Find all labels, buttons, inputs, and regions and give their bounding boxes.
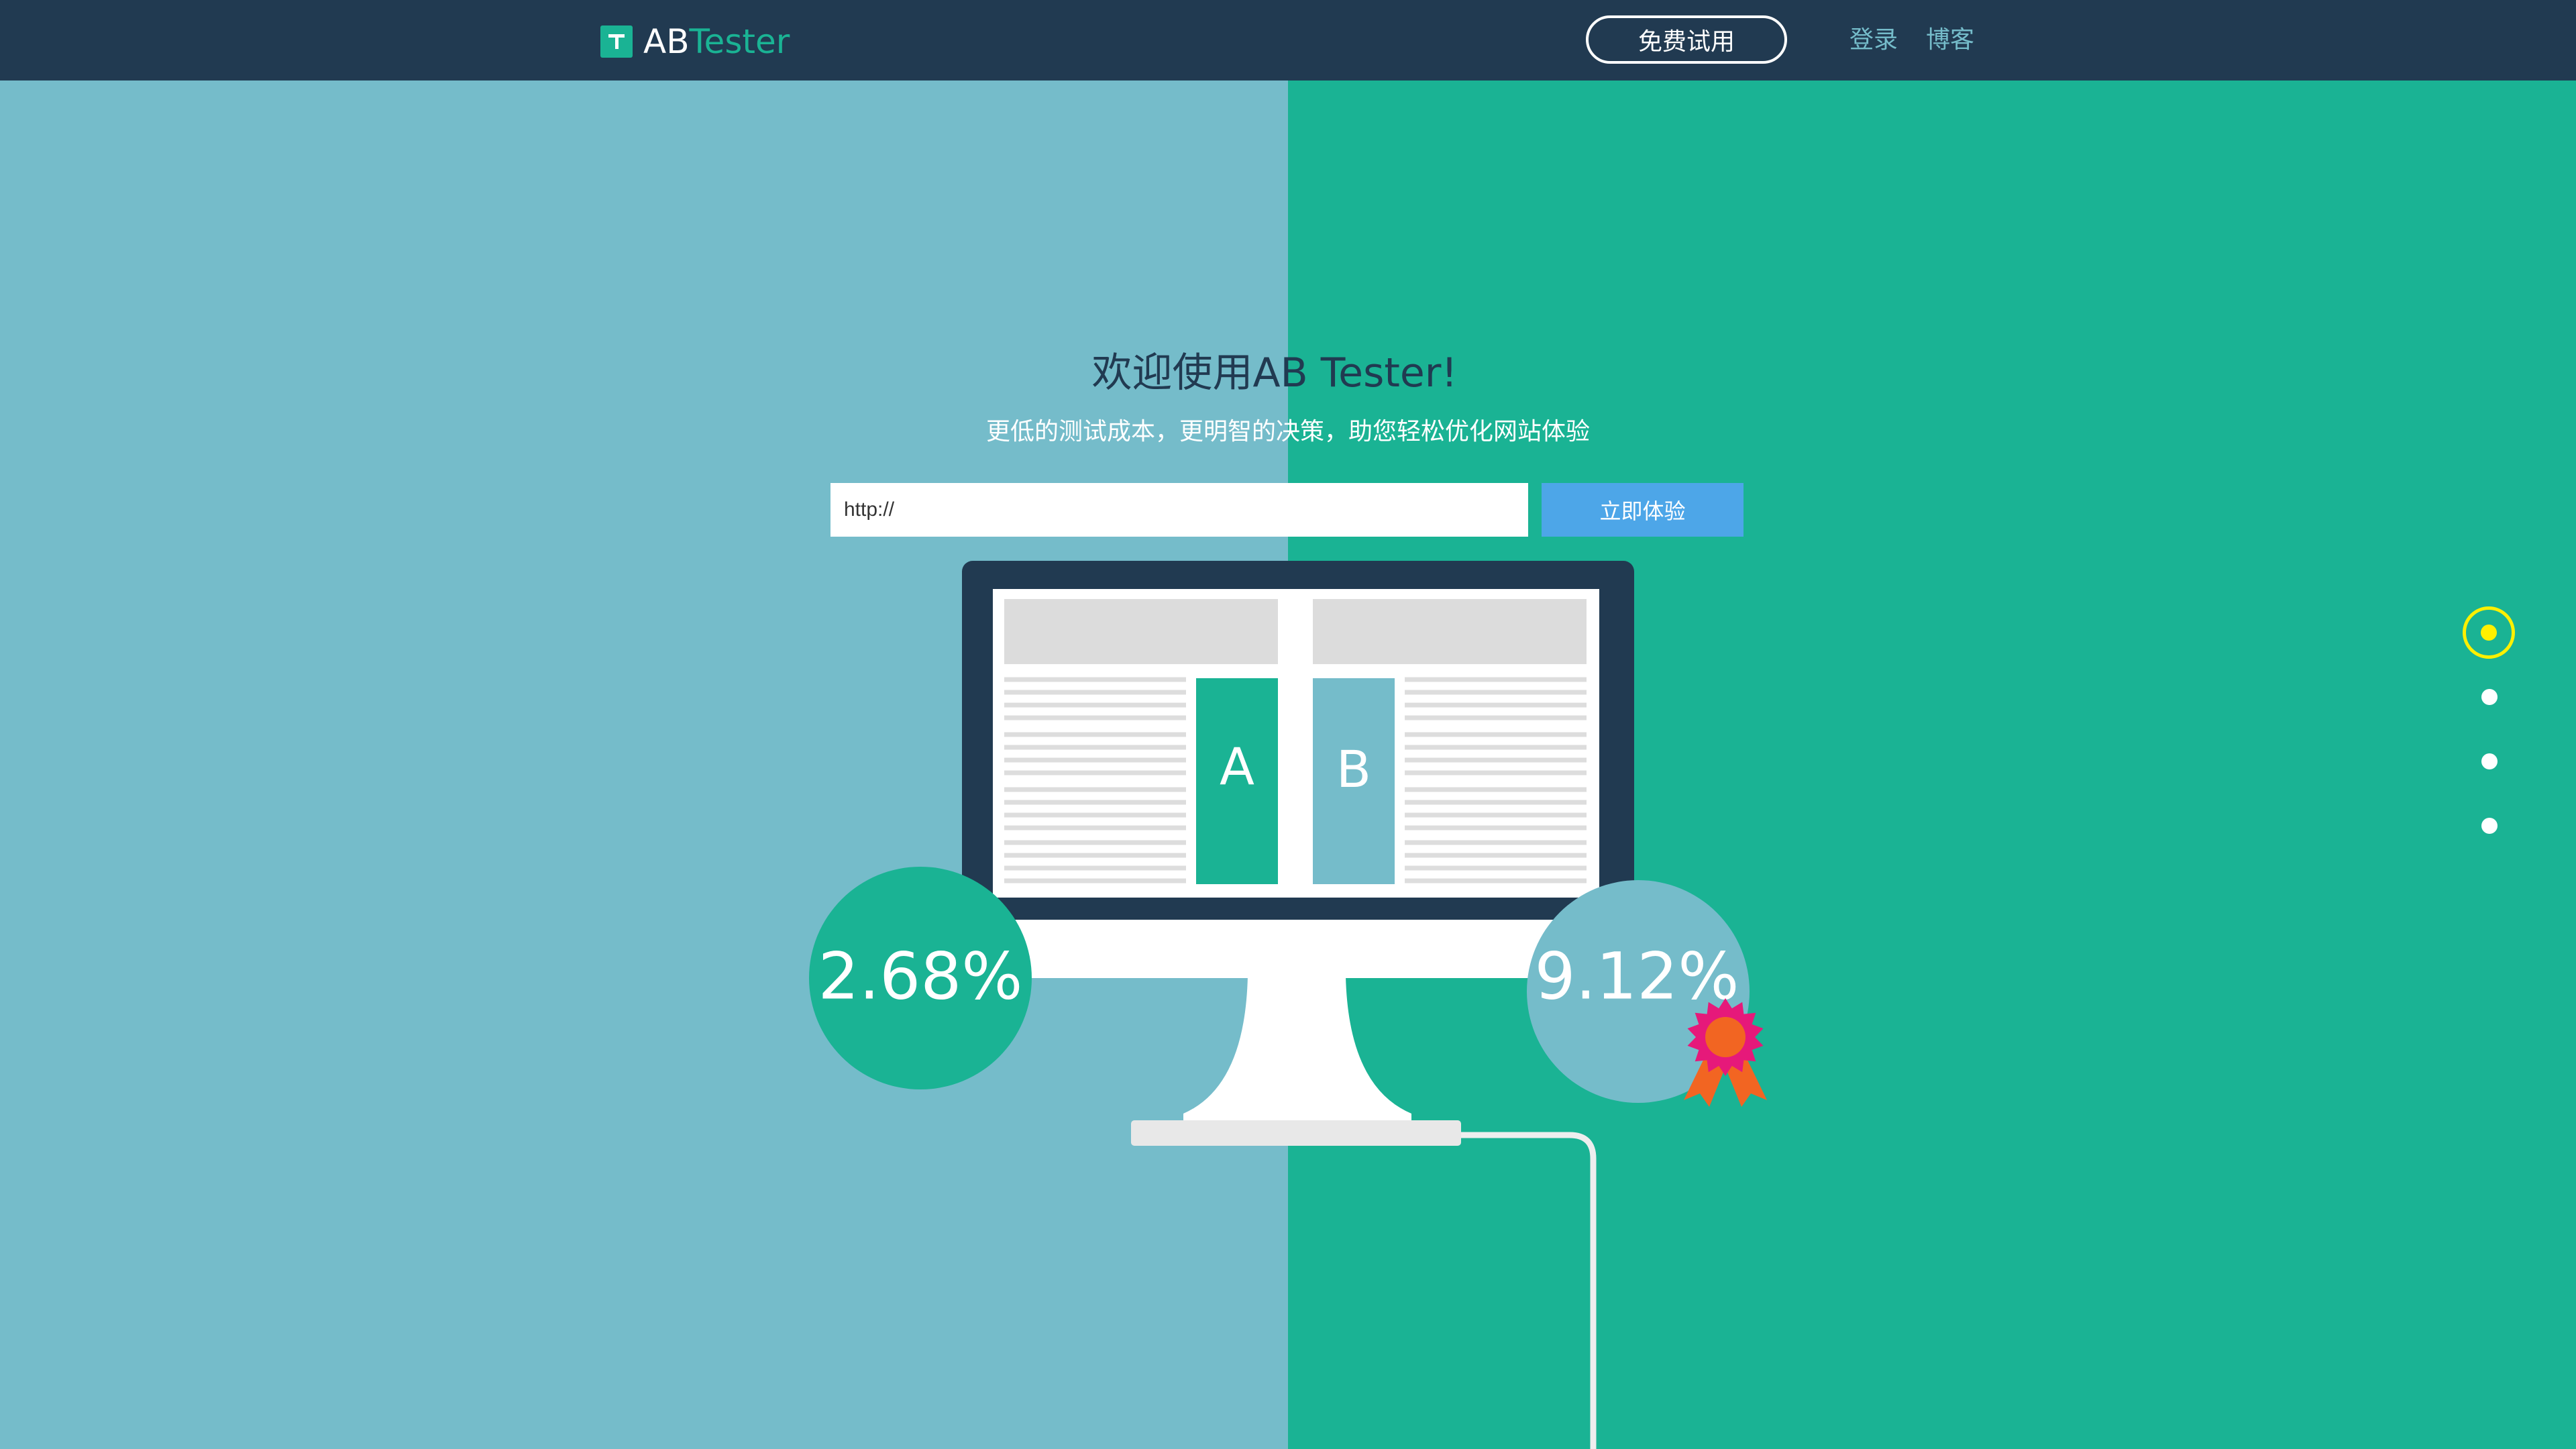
variant-a-rate: 2.68% (818, 938, 1023, 1014)
page-b-header (1313, 599, 1587, 664)
variant-a-label: A (1220, 737, 1254, 796)
variant-b-label: B (1336, 739, 1371, 799)
ab-test-illustration: A B 2.68% 9.12% (809, 561, 1767, 1449)
monitor-cable (1456, 1132, 1597, 1449)
monitor-stand (1183, 976, 1411, 1132)
slide-dot-3[interactable] (2481, 753, 2498, 769)
slide-dot-4[interactable] (2481, 818, 2498, 834)
slide-dot-1-active[interactable] (2463, 606, 2515, 659)
monitor-base (1131, 1120, 1461, 1146)
slide-dot-1-center (2481, 625, 2497, 641)
slide-navigation (2455, 604, 2522, 845)
page-a-header (1004, 599, 1278, 664)
slide-dot-2[interactable] (2481, 689, 2498, 705)
